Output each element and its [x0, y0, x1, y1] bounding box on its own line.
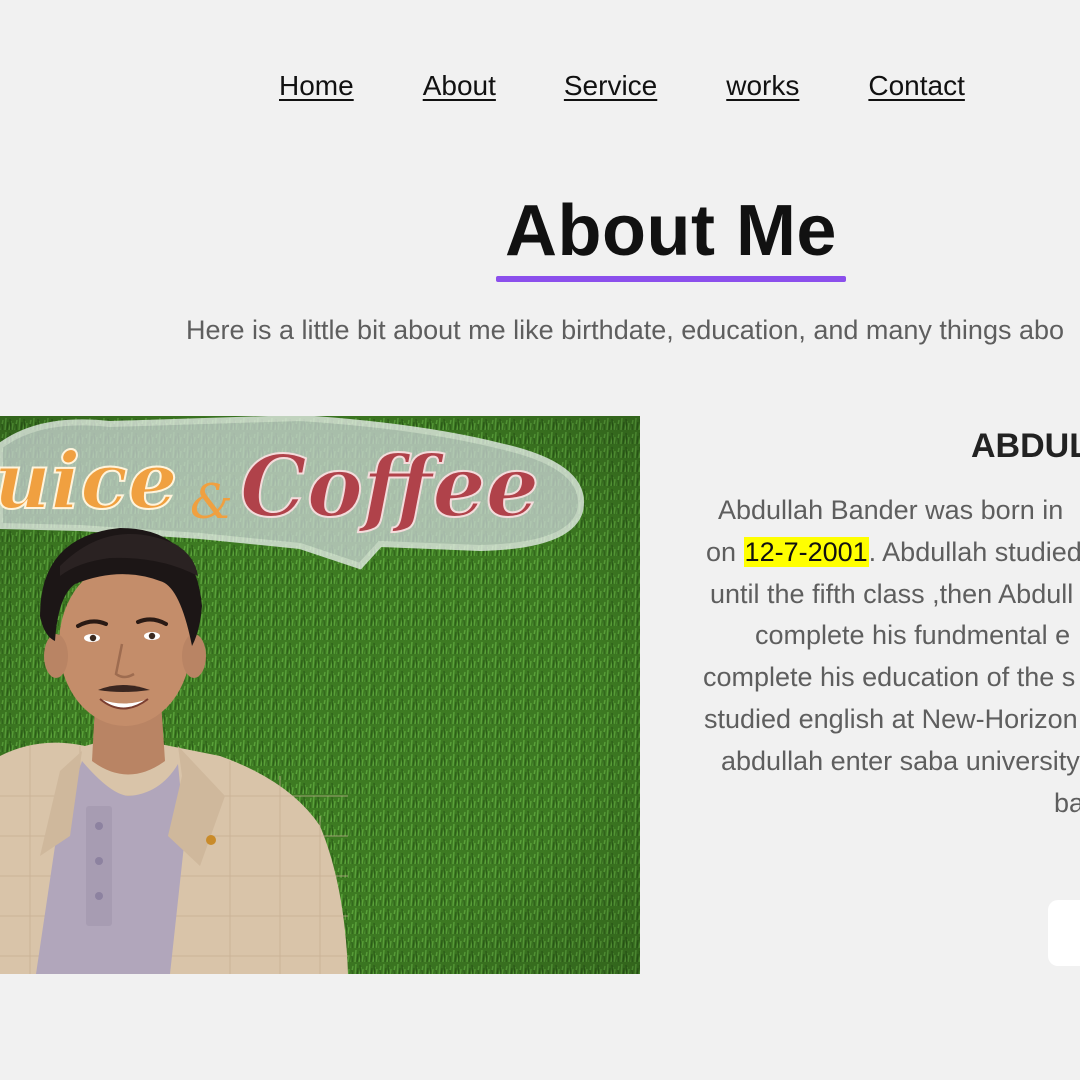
- nav-link-contact[interactable]: Contact: [868, 68, 965, 104]
- person-name: ABDUL: [971, 427, 1080, 465]
- section-heading: About Me: [496, 190, 846, 282]
- nav-link-home[interactable]: Home: [279, 68, 354, 104]
- top-nav: Home About Service works Contact: [279, 68, 965, 104]
- sign-text-right: Coffee: [240, 437, 539, 536]
- section-subtitle: Here is a little bit about me like birth…: [186, 315, 1065, 345]
- title-underline: [496, 276, 846, 282]
- nav-link-works[interactable]: works: [726, 68, 799, 104]
- sign-text-amp: &: [190, 474, 233, 530]
- nav-link-service[interactable]: Service: [564, 68, 657, 104]
- nav-link-about[interactable]: About: [423, 68, 496, 104]
- birthdate-highlight: 12-7-2001: [743, 536, 869, 567]
- bio-line: until the fifth class ,then Abdull: [710, 578, 1074, 609]
- bio-line: studied english at New-Horizon: [704, 703, 1078, 734]
- bio-line: Abdullah Bander was born in: [718, 495, 1064, 525]
- page-title: About Me: [505, 191, 837, 271]
- bio-line: complete his fundmental e: [755, 620, 1071, 651]
- bio-line: ba: [1054, 787, 1080, 818]
- bio-paragraph: Abdullah Bander was born in on 12-7-2001…: [700, 490, 1080, 824]
- cv-button[interactable]: [1048, 900, 1080, 966]
- bio-text: . Abdullah studied: [868, 536, 1080, 567]
- sign-text-left: uice: [0, 436, 177, 527]
- bio-line: abdullah enter saba university: [721, 745, 1080, 776]
- bio-line: complete his education of the s: [703, 662, 1076, 693]
- bio-text: on: [706, 536, 744, 567]
- bio-line: on 12-7-2001. Abdullah studied: [700, 532, 1080, 574]
- profile-photo: uice & Coffee: [0, 416, 640, 974]
